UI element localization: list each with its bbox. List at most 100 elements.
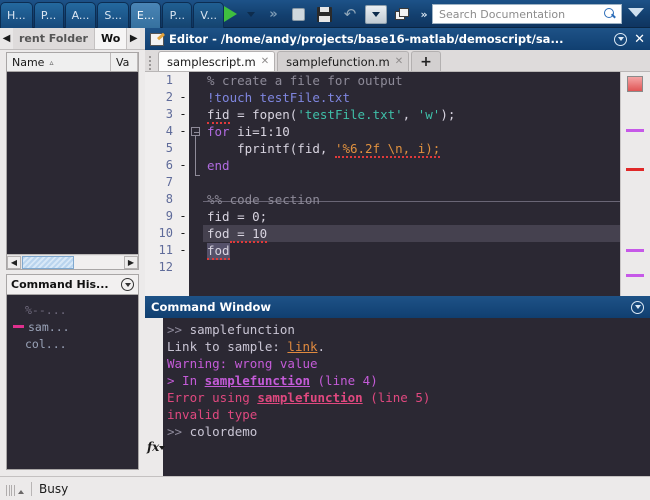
breakpoint-slot[interactable]: [177, 140, 189, 157]
code-line[interactable]: end: [203, 157, 620, 174]
overflow-button[interactable]: »: [416, 2, 430, 26]
ribbon-tab-label: H...: [7, 9, 26, 22]
undo-history-button[interactable]: [364, 2, 388, 26]
code-text[interactable]: % create a file for output !touch testFil…: [203, 72, 620, 296]
ribbon-tab-3[interactable]: S...: [97, 2, 129, 28]
code-line[interactable]: for ii=1:10: [203, 123, 620, 140]
code-line[interactable]: % create a file for output: [203, 72, 620, 89]
resize-grip-icon[interactable]: [6, 482, 24, 496]
sort-ascending-icon: ▵: [49, 57, 54, 67]
analyzer-marker[interactable]: [626, 129, 644, 132]
column-header-value[interactable]: Va: [111, 53, 138, 71]
analyzer-marker[interactable]: [626, 274, 644, 277]
ribbon-bar: H... P... A... S... E... P... V... » ↶ » Searc…: [0, 0, 650, 28]
scrollbar-thumb[interactable]: [22, 255, 74, 269]
stop-button[interactable]: [286, 2, 310, 26]
save-button[interactable]: [312, 2, 336, 26]
run-options-button[interactable]: [244, 2, 258, 26]
chevron-right-icon[interactable]: ▶: [127, 28, 141, 49]
panel-menu-icon[interactable]: [614, 32, 628, 46]
code-line[interactable]: !touch testFile.txt: [203, 89, 620, 106]
breakpoint-slot[interactable]: [177, 72, 189, 89]
column-header-name[interactable]: Name ▵: [7, 53, 111, 71]
breakpoint-slot[interactable]: -: [177, 208, 189, 225]
code-fold-gutter[interactable]: [189, 72, 203, 296]
undo-button[interactable]: ↶: [338, 2, 362, 26]
history-item[interactable]: %--...: [7, 301, 138, 318]
output-link[interactable]: samplefunction: [205, 373, 310, 388]
command-window-body[interactable]: fx >> samplefunction Link to sample: link…: [145, 318, 650, 476]
history-item[interactable]: sam...: [7, 318, 138, 335]
workspace-horizontal-scrollbar[interactable]: ◀ ▶: [7, 254, 138, 269]
search-input[interactable]: Search Documentation: [433, 8, 604, 21]
tab-workspace[interactable]: Wo: [94, 28, 128, 49]
editor-tab-samplescript[interactable]: samplescript.m ✕: [158, 51, 276, 71]
history-item[interactable]: col...: [7, 335, 138, 352]
close-icon[interactable]: ✕: [261, 56, 269, 67]
close-icon[interactable]: ✕: [395, 56, 403, 67]
breakpoint-slot[interactable]: -: [177, 106, 189, 123]
tab-current-folder[interactable]: rent Folder: [13, 28, 95, 49]
output-link[interactable]: link: [287, 339, 317, 354]
ribbon-tab-0[interactable]: H...: [0, 2, 33, 28]
run-button[interactable]: [218, 2, 242, 26]
ribbon-collapse-icon[interactable]: [628, 8, 644, 17]
run-advance-button[interactable]: »: [260, 2, 284, 26]
code-token: %% code section: [207, 192, 320, 207]
breakpoint-slot[interactable]: -: [177, 123, 189, 140]
code-token: for: [207, 124, 230, 139]
line-number: 9: [165, 209, 173, 223]
code-line[interactable]: fod: [203, 242, 620, 260]
workspace-table-header: Name ▵ Va: [7, 53, 138, 72]
fx-prompt-icon[interactable]: fx: [147, 440, 165, 454]
code-line[interactable]: fod = 10: [203, 225, 620, 243]
scroll-right-arrow-icon[interactable]: ▶: [124, 255, 138, 269]
fold-collapse-icon[interactable]: [191, 127, 200, 136]
history-marker-icon: [13, 325, 24, 328]
ribbon-tab-2[interactable]: A...: [64, 2, 97, 28]
breakpoint-slot[interactable]: [177, 191, 189, 208]
breakpoint-slot[interactable]: -: [177, 242, 189, 259]
editor-tab-samplefunction[interactable]: samplefunction.m ✕: [277, 51, 410, 71]
line-number: 11: [158, 243, 173, 257]
analyzer-marker[interactable]: [626, 168, 644, 171]
code-token: fid: [207, 107, 230, 124]
breakpoint-slot[interactable]: -: [177, 157, 189, 174]
breakpoint-slot[interactable]: -: [177, 89, 189, 106]
command-window-output[interactable]: >> samplefunction Link to sample: link. Wa…: [167, 321, 646, 440]
ribbon-tab-4[interactable]: E...: [129, 2, 162, 28]
breakpoint-slot[interactable]: [177, 174, 189, 191]
editor-code-area[interactable]: 1 2 3 4 5 6 7 8 9 10 11 12 --- - --- % create a fil…: [145, 72, 650, 296]
ribbon-tab-5[interactable]: P...: [162, 2, 193, 28]
code-analyzer-status-icon[interactable]: [627, 76, 643, 92]
code-line[interactable]: fprintf(fid, '%6.2f \n, i);: [203, 140, 620, 158]
output-link[interactable]: samplefunction: [257, 390, 362, 405]
caret-down-icon: [247, 11, 255, 17]
code-line[interactable]: [203, 174, 620, 191]
panel-menu-icon[interactable]: [631, 300, 644, 314]
panel-menu-icon[interactable]: [121, 278, 134, 291]
close-icon[interactable]: ✕: [634, 32, 645, 47]
analyzer-marker[interactable]: [626, 249, 644, 252]
search-documentation-box[interactable]: Search Documentation: [432, 4, 622, 24]
output-line: Link to sample: link.: [167, 338, 646, 355]
code-line[interactable]: fid = 0;: [203, 208, 620, 225]
command-history-list[interactable]: %--... sam... col...: [7, 295, 138, 352]
scrollbar-track[interactable]: [74, 255, 124, 269]
code-line[interactable]: %% code section: [203, 191, 620, 208]
editor-right-margin[interactable]: [620, 72, 650, 296]
code-line[interactable]: fid = fopen('testFile.txt', 'w');: [203, 106, 620, 124]
ribbon-tab-1[interactable]: P...: [33, 2, 64, 28]
chevron-left-icon[interactable]: ◀: [0, 28, 13, 49]
output-text: Warning: wrong value: [167, 356, 318, 371]
new-tab-button[interactable]: +: [411, 51, 441, 71]
editor-title-bar: Editor - /home/andy/projects/base16-matl…: [145, 28, 650, 50]
scroll-left-arrow-icon[interactable]: ◀: [7, 255, 21, 269]
breakpoint-slot[interactable]: [177, 259, 189, 276]
executable-line-gutter[interactable]: --- - ---: [177, 72, 189, 296]
breakpoint-slot[interactable]: -: [177, 225, 189, 242]
layout-button[interactable]: [390, 2, 414, 26]
quick-access-toolbar: » ↶ »: [218, 0, 430, 28]
code-token: fod: [207, 226, 230, 241]
code-line[interactable]: [203, 259, 620, 276]
